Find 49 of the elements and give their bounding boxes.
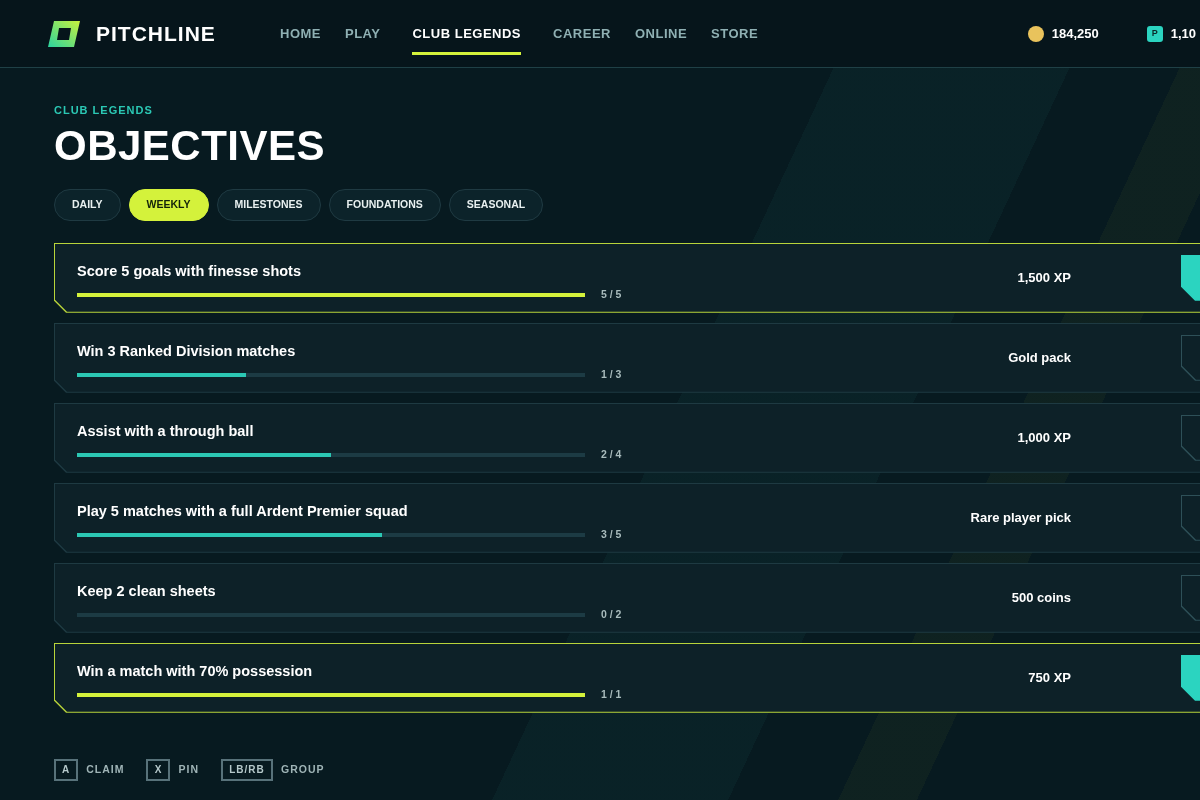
filter-tab[interactable]: DAILY bbox=[54, 188, 121, 221]
key-hint: X bbox=[146, 758, 171, 781]
reward-label: 1,000 XP bbox=[1016, 428, 1071, 447]
nav-tab[interactable]: STORE bbox=[711, 24, 759, 55]
coin-icon bbox=[1027, 25, 1044, 42]
objective-row[interactable]: Keep 2 clean sheets 0 / 2 500 coins bbox=[54, 562, 1200, 633]
nav-tab[interactable]: CLUB LEGENDS bbox=[412, 24, 522, 55]
reward-label: Rare player pick bbox=[969, 508, 1071, 527]
page-title: OBJECTIVES bbox=[54, 122, 327, 169]
progress-count: 0 / 2 bbox=[601, 606, 622, 622]
nav-tab[interactable]: CAREER bbox=[553, 24, 611, 55]
objective-title: Play 5 matches with a full Ardent Premier squad bbox=[77, 501, 409, 521]
hint-label: PIN bbox=[178, 761, 199, 777]
key-hint: LB/RB bbox=[221, 758, 273, 781]
currency-amount: 1,10 bbox=[1170, 24, 1196, 43]
objective-row[interactable]: Play 5 matches with a full Ardent Premier squad 3 / 5 Rare player pick bbox=[54, 482, 1200, 553]
progress-count: 1 / 1 bbox=[601, 686, 622, 702]
nav-tab[interactable]: HOME bbox=[280, 24, 321, 55]
objective-title: Win 3 Ranked Division matches bbox=[77, 341, 297, 361]
section-label: CLUB LEGENDS bbox=[54, 103, 154, 118]
reward-label: 1,500 XP bbox=[1016, 268, 1071, 287]
key-hint: A bbox=[54, 758, 79, 781]
brand-name: PITCHLINE bbox=[96, 20, 216, 47]
progress-count: 2 / 4 bbox=[601, 446, 622, 462]
currency-amount: 184,250 bbox=[1051, 24, 1099, 43]
logo-icon bbox=[48, 20, 80, 47]
objective-row[interactable]: Win 3 Ranked Division matches 1 / 3 Gold pack bbox=[54, 322, 1200, 393]
reward-label: 750 XP bbox=[1027, 668, 1071, 687]
filter-tab[interactable]: FOUNDATIONS bbox=[328, 188, 441, 221]
points-badge: P bbox=[1146, 25, 1163, 42]
nav-tab[interactable]: ONLINE bbox=[634, 24, 688, 55]
objective-title: Assist with a through ball bbox=[77, 421, 255, 441]
reward-label: Gold pack bbox=[1007, 348, 1071, 367]
progress-count: 1 / 3 bbox=[601, 366, 622, 382]
hint-label: CLAIM bbox=[86, 761, 125, 777]
objective-row[interactable]: Assist with a through ball 2 / 4 1,000 XP bbox=[54, 402, 1200, 473]
filter-tab[interactable]: SEASONAL bbox=[448, 188, 544, 221]
objective-row[interactable]: Score 5 goals with finesse shots 5 / 5 1,500 XP bbox=[54, 242, 1200, 313]
objective-title: Keep 2 clean sheets bbox=[77, 581, 217, 601]
objective-title: Win a match with 70% possession bbox=[77, 661, 314, 681]
progress-count: 3 / 5 bbox=[601, 526, 622, 542]
hint-label: GROUP bbox=[281, 761, 325, 777]
nav-tab[interactable]: PLAY bbox=[345, 24, 381, 55]
filter-tab[interactable]: WEEKLY bbox=[128, 188, 209, 221]
filter-tab[interactable]: MILESTONES bbox=[216, 188, 321, 221]
objective-title: Score 5 goals with finesse shots bbox=[77, 261, 302, 281]
reward-label: 500 coins bbox=[1010, 588, 1071, 607]
objective-row[interactable]: Win a match with 70% possession 1 / 1 750 XP bbox=[54, 642, 1200, 713]
progress-count: 5 / 5 bbox=[601, 286, 622, 302]
